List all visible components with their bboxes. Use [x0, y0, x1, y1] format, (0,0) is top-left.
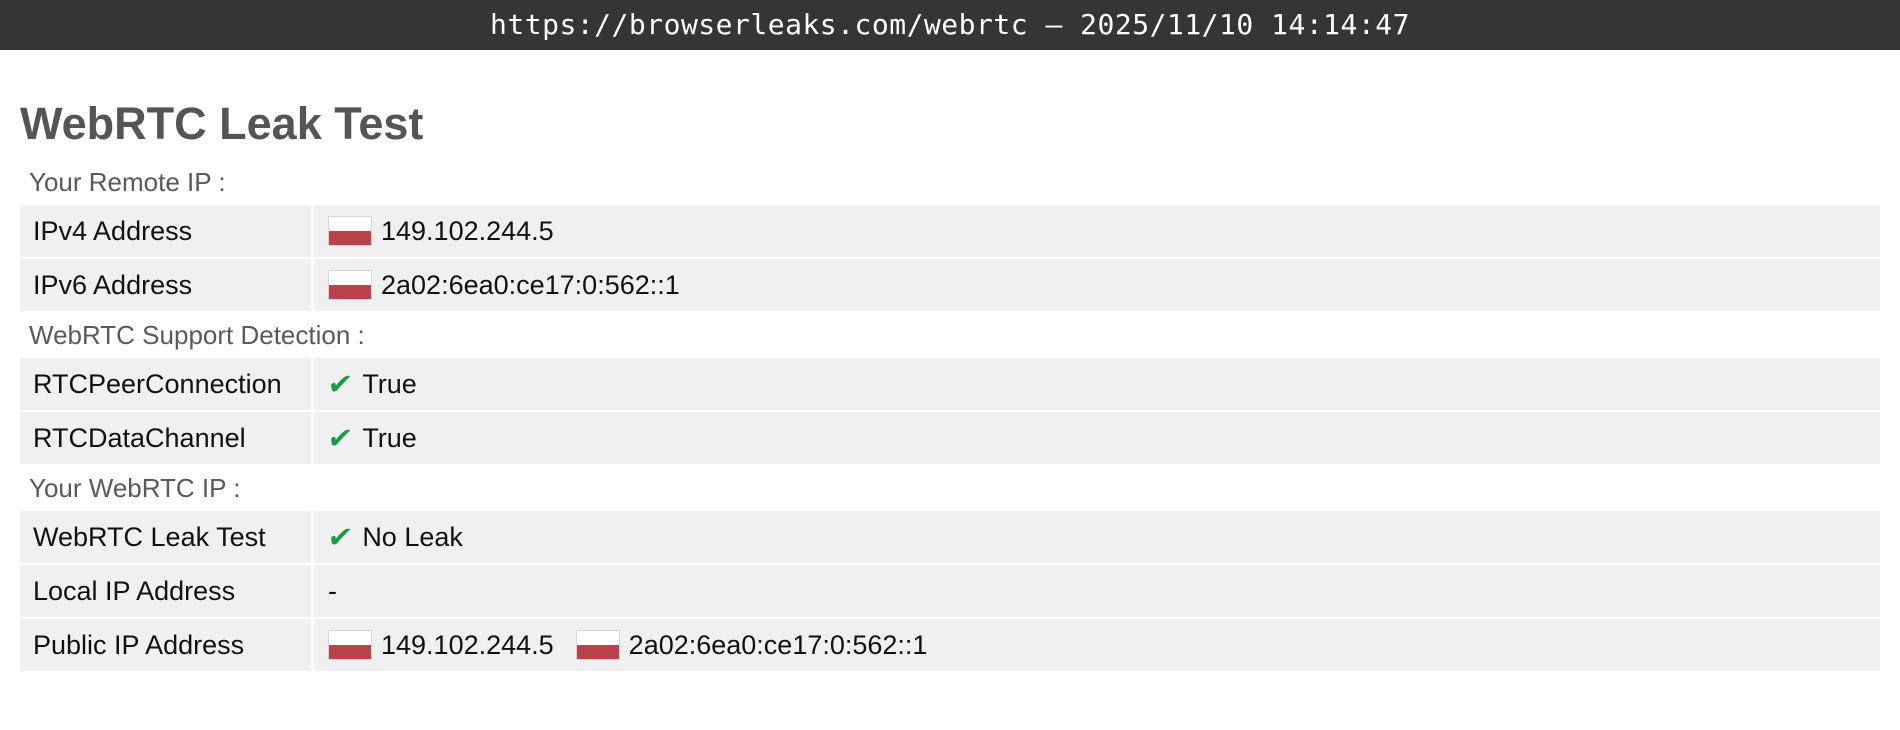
table-row-rtcdatachannel: RTCDataChannel ✔ True: [20, 412, 1880, 464]
row-value: ✔ True: [314, 358, 1880, 410]
table-row-ipv4: IPv4 Address 149.102.244.5: [20, 205, 1880, 257]
local-ip-value: -: [328, 576, 337, 606]
table-row-local-ip: Local IP Address -: [20, 565, 1880, 617]
row-label: Public IP Address: [20, 619, 311, 671]
table-row-public-ip: Public IP Address 149.102.244.5 2a02:6ea…: [20, 619, 1880, 671]
table-row-leak-test: WebRTC Leak Test ✔ No Leak: [20, 511, 1880, 563]
public-ipv4-value: 149.102.244.5: [381, 630, 554, 660]
poland-flag-icon: [328, 630, 372, 660]
rtcpeerconnection-value: True: [362, 369, 417, 399]
checkmark-icon: ✔: [325, 421, 355, 455]
row-label: RTCDataChannel: [20, 412, 311, 464]
row-label: WebRTC Leak Test: [20, 511, 311, 563]
section-label-remote-ip: Your Remote IP :: [29, 167, 226, 197]
checkmark-icon: ✔: [325, 520, 355, 554]
row-label: IPv6 Address: [20, 259, 311, 311]
row-value: ✔ True: [314, 412, 1880, 464]
row-value: 2a02:6ea0:ce17:0:562::1: [314, 259, 1880, 311]
leak-test-value: No Leak: [362, 522, 463, 552]
row-value: 149.102.244.5 2a02:6ea0:ce17:0:562::1: [314, 619, 1880, 671]
poland-flag-icon: [328, 270, 372, 300]
page-title: WebRTC Leak Test: [20, 98, 424, 149]
poland-flag-icon: [328, 216, 372, 246]
checkmark-icon: ✔: [325, 367, 355, 401]
row-value: 149.102.244.5: [314, 205, 1880, 257]
row-value: -: [314, 565, 1880, 617]
poland-flag-icon: [575, 630, 620, 660]
row-label: IPv4 Address: [20, 205, 311, 257]
row-value: ✔ No Leak: [314, 511, 1880, 563]
table-row-ipv6: IPv6 Address 2a02:6ea0:ce17:0:562::1: [20, 259, 1880, 311]
ipv6-address-value: 2a02:6ea0:ce17:0:562::1: [381, 270, 680, 300]
row-label: Local IP Address: [20, 565, 311, 617]
section-label-webrtc-ip: Your WebRTC IP :: [29, 473, 241, 503]
rtcdatachannel-value: True: [362, 423, 417, 453]
public-ipv6-value: 2a02:6ea0:ce17:0:562::1: [628, 630, 928, 660]
main-content: WebRTC Leak Test Your Remote IP : IPv4 A…: [20, 50, 1880, 673]
table-row-rtcpeerconnection: RTCPeerConnection ✔ True: [20, 358, 1880, 410]
url-bar: https://browserleaks.com/webrtc – 2025/1…: [0, 0, 1900, 50]
section-label-support-detection: WebRTC Support Detection :: [29, 320, 365, 350]
row-label: RTCPeerConnection: [20, 358, 311, 410]
ipv4-address-value: 149.102.244.5: [381, 216, 554, 246]
